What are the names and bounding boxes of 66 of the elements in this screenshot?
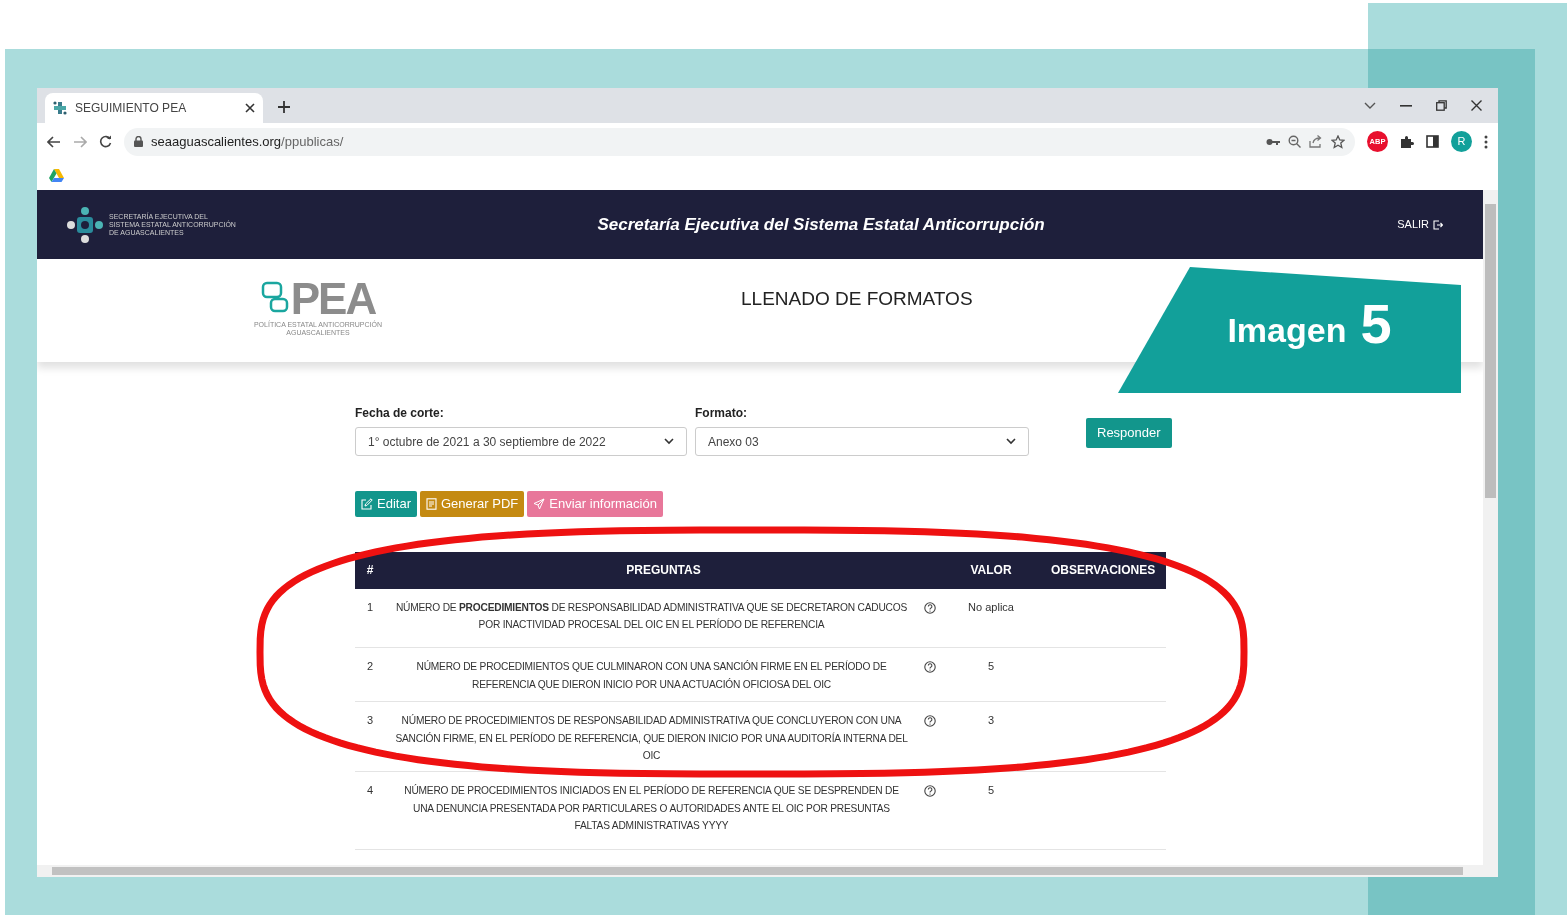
help-icon[interactable] — [924, 785, 936, 798]
share-icon[interactable] — [1309, 135, 1323, 148]
address-bar[interactable]: seaaguascalientes.org/ppublicas/ — [124, 127, 1355, 156]
help-icon[interactable] — [924, 715, 936, 728]
scrollbar-thumb[interactable] — [52, 867, 1463, 875]
url-text: seaaguascalientes.org/ppublicas/ — [151, 132, 345, 151]
dropdown-field[interactable]: 1° octubre de 2021 a 30 septiembre de 2022 — [355, 427, 687, 456]
edit-icon — [361, 497, 373, 510]
profile-avatar[interactable]: R — [1451, 131, 1472, 152]
help-icon[interactable] — [924, 601, 936, 614]
field-label: Formato: — [695, 405, 748, 422]
help-icon[interactable] — [924, 661, 936, 674]
close-icon[interactable] — [245, 103, 255, 113]
page-title: LLENADO DE FORMATOS — [741, 288, 973, 309]
edit-button[interactable]: Editar — [355, 491, 417, 517]
question-text: NÚMERO DE PROCEDIMIENTOS INICIADOS EN EL PERÍODO DE REFERENCIA QUE SE DESPRENDEN DE UNA DENUNCIA PRESENTADA POR PARTICULARES O AUTORIDADES ANTE EL OIC POR PRESUNTAS FALTAS ADMINISTRATIVAS YYYY — [385, 771, 918, 850]
banner-number: 5 — [1360, 296, 1392, 352]
tab-title: SEGUIMIENTO PEA — [75, 100, 188, 117]
column-header: VALOR — [942, 551, 1040, 589]
lock-icon — [134, 136, 143, 147]
paper-plane-icon — [533, 497, 546, 510]
respond-button[interactable]: Responder — [1086, 418, 1172, 448]
value-cell: 5 — [942, 647, 1040, 702]
chevron-down-icon[interactable] — [1364, 101, 1376, 110]
restore-icon[interactable] — [1436, 100, 1447, 111]
row-number: 3 — [355, 701, 385, 772]
horizontal-scrollbar[interactable] — [37, 865, 1498, 877]
site-title: Secretaría Ejecutiva del Sistema Estatal Anticorrupción — [596, 213, 1046, 236]
star-icon[interactable] — [1331, 134, 1345, 149]
value-cell: 5 — [942, 771, 1040, 850]
key-icon[interactable] — [1266, 137, 1280, 146]
row-number: 1 — [355, 588, 385, 648]
banner-text: Imagen — [1227, 309, 1347, 351]
minimize-icon[interactable] — [1400, 104, 1412, 107]
favicon-icon — [53, 101, 67, 115]
menu-icon[interactable] — [1484, 134, 1488, 149]
send-button[interactable]: Enviar información — [527, 491, 663, 517]
row-number: 4 — [355, 771, 385, 850]
column-header: OBSERVACIONES — [1040, 551, 1166, 589]
browser-tab[interactable]: SEGUIMIENTO PEA — [45, 93, 263, 123]
new-tab-icon[interactable] — [277, 100, 291, 114]
row-number: 2 — [355, 647, 385, 702]
question-text: NÚMERO DE PROCEDIMIENTOS QUE CULMINARON CON UNA SANCIÓN FIRME EN EL PERÍODO DE REFERENCIA QUE DIERON INICIO POR UNA ACTUACIÓN OFICIOSA DEL OIC — [385, 647, 918, 702]
logout-icon — [1433, 219, 1443, 230]
value-cell: No aplica — [942, 588, 1040, 648]
vertical-scrollbar[interactable] — [1483, 190, 1498, 865]
field-label: Fecha de corte: — [355, 405, 445, 422]
puzzle-icon[interactable] — [1400, 134, 1414, 149]
scrollbar-thumb[interactable] — [1485, 204, 1496, 498]
dropdown-field[interactable]: Anexo 03 — [695, 427, 1029, 456]
reload-icon[interactable] — [99, 135, 112, 148]
chevron-down-icon — [1006, 438, 1016, 445]
question-text: NÚMERO DE PROCEDIMIENTOS DE RESPONSABILIDAD ADMINISTRATIVA QUE SE DECRETARON CADUCOS POR INACTIVIDAD PROCESAL DEL OIC EN EL PERÍODO DE REFERENCIA — [385, 588, 918, 648]
back-icon[interactable] — [47, 135, 61, 148]
document-icon — [425, 497, 437, 510]
chevron-down-icon — [664, 438, 674, 445]
side-panel-icon[interactable] — [1426, 135, 1439, 148]
generate-pdf-button[interactable]: Generar PDF — [419, 491, 525, 517]
column-header: PREGUNTAS — [385, 551, 942, 589]
drive-icon[interactable] — [49, 168, 64, 182]
question-text: NÚMERO DE PROCEDIMIENTOS DE RESPONSABILIDAD ADMINISTRATIVA QUE CONCLUYERON CON UNA SANCIÓN FIRME, EN EL PERÍODO DE REFERENCIA, QUE DIERON INICIO POR UNA AUDITORÍA INTERNA DEL OIC — [385, 701, 918, 772]
zoom-icon[interactable] — [1288, 135, 1301, 148]
close-icon[interactable] — [1471, 100, 1482, 111]
pea-logo-text: PEA — [290, 277, 376, 321]
logout-link[interactable]: SALIR — [1397, 216, 1443, 233]
logo-icon — [65, 204, 105, 245]
